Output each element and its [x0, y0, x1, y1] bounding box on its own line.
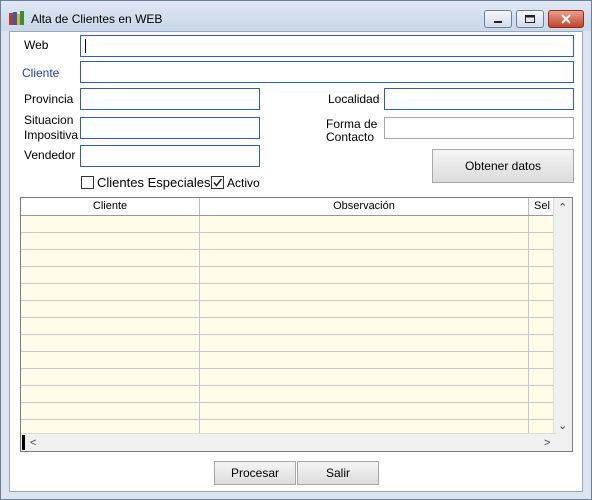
table-cell[interactable]	[529, 318, 555, 334]
table-row[interactable]	[21, 352, 555, 369]
horizontal-scrollbar[interactable]: < >	[21, 433, 556, 451]
clientes-especiales-label: Clientes Especiales	[97, 175, 211, 190]
window-title: Alta de Clientes en WEB	[31, 12, 163, 26]
table-cell[interactable]	[529, 233, 555, 249]
client-area: Web Cliente Provincia Localidad Situacio…	[9, 31, 583, 492]
web-input[interactable]	[80, 35, 574, 57]
table-row[interactable]	[21, 233, 555, 250]
table-cell[interactable]	[529, 403, 555, 419]
scroll-left-icon[interactable]: <	[30, 437, 36, 449]
web-label: Web	[24, 38, 49, 52]
grid-rows	[21, 216, 555, 437]
table-cell[interactable]	[529, 301, 555, 317]
forma-contacto-input[interactable]	[384, 117, 574, 139]
vendedor-input[interactable]	[80, 145, 260, 167]
close-icon	[561, 14, 571, 24]
table-cell[interactable]	[529, 335, 555, 351]
table-cell[interactable]	[529, 267, 555, 283]
table-cell[interactable]	[200, 403, 529, 419]
table-row[interactable]	[21, 284, 555, 301]
table-row[interactable]	[21, 216, 555, 233]
procesar-button[interactable]: Procesar	[214, 461, 296, 485]
table-cell[interactable]	[529, 216, 555, 232]
table-row[interactable]	[21, 250, 555, 267]
localidad-label: Localidad	[328, 92, 380, 106]
table-cell[interactable]	[200, 386, 529, 402]
table-row[interactable]	[21, 403, 555, 420]
close-button[interactable]	[548, 10, 584, 28]
table-cell[interactable]	[200, 233, 529, 249]
activo-checkbox[interactable]	[211, 176, 224, 189]
table-cell[interactable]	[21, 284, 200, 300]
table-cell[interactable]	[21, 216, 200, 232]
checkmark-icon	[213, 178, 223, 187]
table-cell[interactable]	[200, 335, 529, 351]
scroll-right-icon[interactable]: >	[544, 437, 550, 449]
forma-contacto-label-line1: Forma de	[326, 117, 378, 131]
table-cell[interactable]	[200, 250, 529, 266]
app-icon	[9, 11, 24, 25]
clientes-grid[interactable]: Cliente Observación Sel ⌃ ⌄ < >	[20, 197, 573, 452]
table-cell[interactable]	[200, 267, 529, 283]
table-cell[interactable]	[200, 369, 529, 385]
table-cell[interactable]	[529, 250, 555, 266]
table-cell[interactable]	[200, 352, 529, 368]
table-row[interactable]	[21, 318, 555, 335]
table-cell[interactable]	[529, 352, 555, 368]
maximize-icon	[525, 15, 535, 23]
table-cell[interactable]	[21, 233, 200, 249]
salir-button[interactable]: Salir	[297, 461, 379, 485]
column-header-observacion[interactable]: Observación	[200, 198, 529, 215]
maximize-button[interactable]	[516, 10, 544, 28]
localidad-input[interactable]	[384, 88, 574, 110]
forma-contacto-label-line2: Contacto	[326, 130, 375, 144]
scroll-thumb[interactable]	[22, 435, 25, 450]
activo-label: Activo	[227, 176, 260, 190]
title-bar[interactable]: Alta de Clientes en WEB	[1, 1, 591, 31]
text-caret	[85, 39, 86, 53]
situacion-impositiva-input[interactable]	[80, 117, 260, 139]
minimize-icon	[494, 21, 502, 23]
provincia-input[interactable]	[80, 88, 260, 110]
table-cell[interactable]	[200, 301, 529, 317]
table-cell[interactable]	[21, 301, 200, 317]
table-cell[interactable]	[21, 335, 200, 351]
table-cell[interactable]	[21, 403, 200, 419]
table-cell[interactable]	[21, 369, 200, 385]
situacion-label-line1: Situacion	[24, 113, 74, 127]
table-cell[interactable]	[21, 250, 200, 266]
table-cell[interactable]	[21, 386, 200, 402]
vertical-scrollbar[interactable]: ⌃ ⌄	[553, 198, 572, 436]
clientes-especiales-checkbox[interactable]	[81, 176, 94, 189]
minimize-button[interactable]	[484, 10, 512, 28]
column-header-cliente[interactable]: Cliente	[21, 198, 200, 215]
obtener-datos-button[interactable]: Obtener datos	[432, 149, 574, 183]
table-cell[interactable]	[21, 352, 200, 368]
table-cell[interactable]	[200, 318, 529, 334]
table-cell[interactable]	[529, 284, 555, 300]
app-window: Alta de Clientes en WEB Web Cliente Prov…	[0, 0, 592, 500]
table-cell[interactable]	[529, 369, 555, 385]
table-row[interactable]	[21, 369, 555, 386]
situacion-label-line2: Impositiva	[24, 128, 79, 142]
table-row[interactable]	[21, 267, 555, 284]
scroll-down-icon[interactable]: ⌄	[558, 420, 567, 432]
provincia-label: Provincia	[24, 92, 74, 106]
table-cell[interactable]	[529, 386, 555, 402]
table-row[interactable]	[21, 335, 555, 352]
table-row[interactable]	[21, 386, 555, 403]
cliente-label: Cliente	[22, 66, 60, 80]
grid-header: Cliente Observación Sel	[21, 198, 555, 216]
table-cell[interactable]	[21, 267, 200, 283]
vendedor-label: Vendedor	[24, 148, 76, 162]
table-row[interactable]	[21, 301, 555, 318]
column-header-sel[interactable]: Sel	[529, 198, 555, 215]
table-cell[interactable]	[21, 318, 200, 334]
table-cell[interactable]	[200, 284, 529, 300]
scrollbar-corner	[554, 434, 572, 451]
table-cell[interactable]	[200, 216, 529, 232]
cliente-input[interactable]	[80, 61, 574, 83]
scroll-up-icon[interactable]: ⌃	[558, 202, 567, 214]
